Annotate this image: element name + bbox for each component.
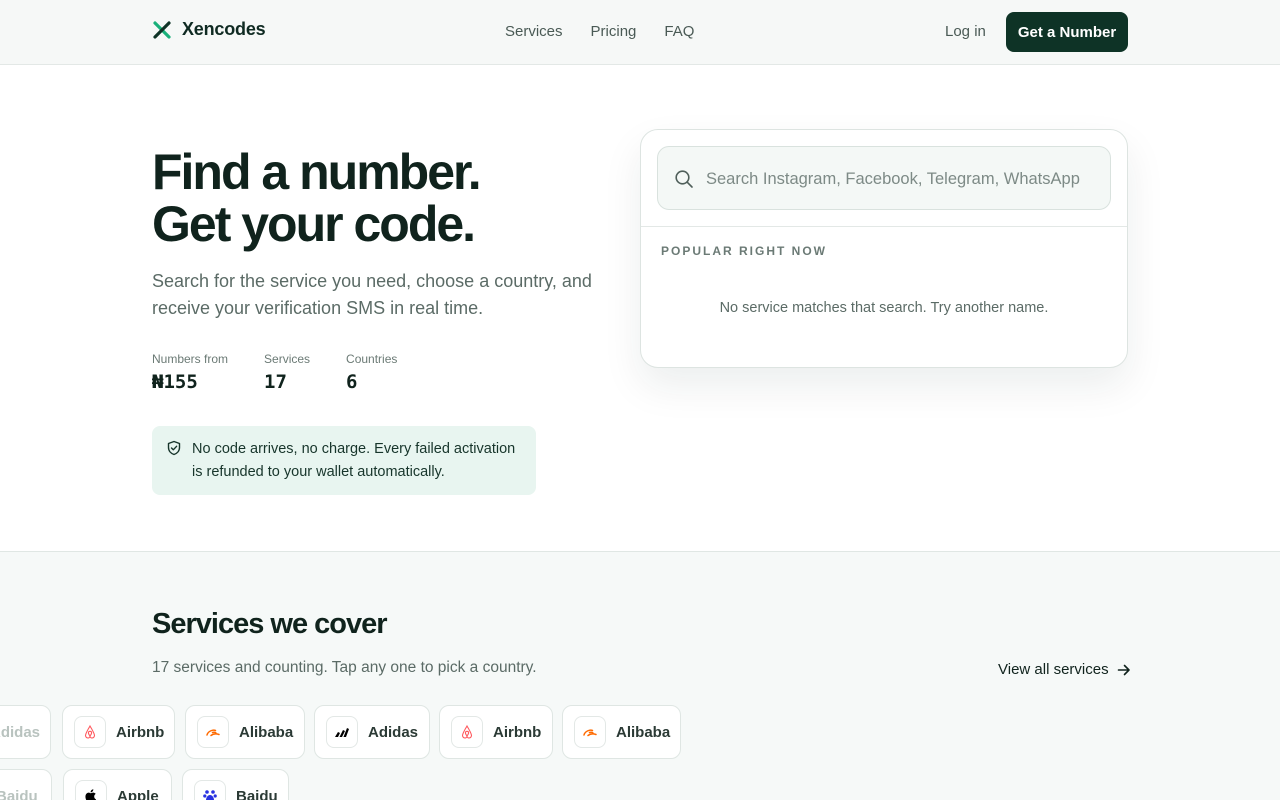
chip-icon-box <box>194 780 226 800</box>
chip-label: Airbnb <box>116 723 165 741</box>
services-title: Services we cover <box>152 608 388 640</box>
service-chip-alibaba[interactable]: Alibaba <box>562 705 681 759</box>
service-chip-baidu[interactable]: Baidu <box>0 769 52 800</box>
arrow-right-icon <box>1117 664 1130 675</box>
adidas-icon <box>335 728 349 737</box>
popular-heading: POPULAR RIGHT NOW <box>661 244 827 258</box>
brand-logo-link[interactable]: Xencodes <box>152 19 266 40</box>
chip-label: Airbnb <box>493 723 542 741</box>
hero-title: Find a number. Get your code. <box>152 144 482 252</box>
service-chip-adidas[interactable]: Adidas <box>0 705 51 759</box>
chip-label: Alibaba <box>239 723 294 741</box>
view-all-label: View all services <box>998 661 1109 678</box>
services-section: Services we cover 17 services and counti… <box>0 551 1280 800</box>
no-results-message: No service matches that search. Try anot… <box>719 300 1049 316</box>
nav-link-pricing[interactable]: Pricing <box>591 23 637 40</box>
hero-title-line-2: Get your code. <box>152 196 476 252</box>
nav-link-faq[interactable]: FAQ <box>664 23 694 40</box>
nav-link-services[interactable]: Services <box>505 23 563 40</box>
service-chip-airbnb[interactable]: Airbnb <box>439 705 553 759</box>
airbnb-icon <box>461 724 473 739</box>
chip-label: Alibaba <box>616 723 671 741</box>
stat-countries: Countries 6 <box>346 352 397 393</box>
card-divider <box>641 226 1127 227</box>
chip-icon-box <box>75 780 107 800</box>
hero-title-line-1: Find a number. <box>152 144 482 200</box>
chip-label: Adidas <box>368 723 419 741</box>
top-navbar: Xencodes Services Pricing FAQ Log in Get… <box>0 0 1280 65</box>
apple-icon <box>85 789 97 800</box>
chip-icon-box <box>326 716 358 748</box>
stat-price: Numbers from ₦155 <box>152 352 228 393</box>
service-chip-airbnb[interactable]: Airbnb <box>62 705 175 759</box>
service-chip-alibaba[interactable]: Alibaba <box>185 705 305 759</box>
stat-label: Countries <box>346 352 398 366</box>
hero-subtitle: Search for the service you need, choose … <box>152 271 592 318</box>
chip-label: Baidu <box>0 787 38 800</box>
main-nav: Services Pricing FAQ <box>505 23 694 40</box>
stat-label: Services <box>264 352 311 366</box>
chip-icon-box <box>74 716 106 748</box>
service-chip-baidu[interactable]: Baidu <box>182 769 289 800</box>
refund-notice: No code arrives, no charge. Every failed… <box>152 426 536 495</box>
chip-icon-box <box>197 716 229 748</box>
chip-label: Apple <box>117 787 159 800</box>
services-subtitle: 17 services and counting. Tap any one to… <box>152 659 537 676</box>
xencodes-logo-icon <box>153 20 171 39</box>
stat-value: 17 <box>264 371 287 393</box>
baidu-icon <box>203 790 217 800</box>
refund-notice-text: No code arrives, no charge. Every failed… <box>192 441 516 480</box>
stat-value: 6 <box>346 371 358 393</box>
view-all-services-link[interactable]: View all services <box>998 661 1131 678</box>
stat-value: ₦155 <box>152 371 198 393</box>
get-a-number-button[interactable]: Get a Number <box>1006 12 1128 52</box>
search-box <box>657 146 1111 210</box>
shield-check-icon <box>167 440 181 456</box>
alibaba-icon <box>583 729 597 737</box>
brand-name: Xencodes <box>182 19 266 39</box>
service-search-input[interactable] <box>706 159 1096 199</box>
search-icon <box>675 170 693 188</box>
chip-icon-box <box>574 716 606 748</box>
service-chip-apple[interactable]: Apple <box>63 769 172 800</box>
chip-label: Adidas <box>0 723 41 741</box>
alibaba-icon <box>206 729 220 737</box>
airbnb-icon <box>84 724 96 739</box>
hero-stats: Numbers from ₦155 Services 17 Countries … <box>152 352 397 393</box>
login-link[interactable]: Log in <box>945 23 986 40</box>
stat-services: Services 17 <box>264 352 310 393</box>
chip-icon-box <box>451 716 483 748</box>
service-search-card: POPULAR RIGHT NOW No service matches tha… <box>640 129 1128 368</box>
stat-label: Numbers from <box>152 352 229 366</box>
chip-label: Baidu <box>236 787 278 800</box>
service-chip-adidas[interactable]: Adidas <box>314 705 430 759</box>
